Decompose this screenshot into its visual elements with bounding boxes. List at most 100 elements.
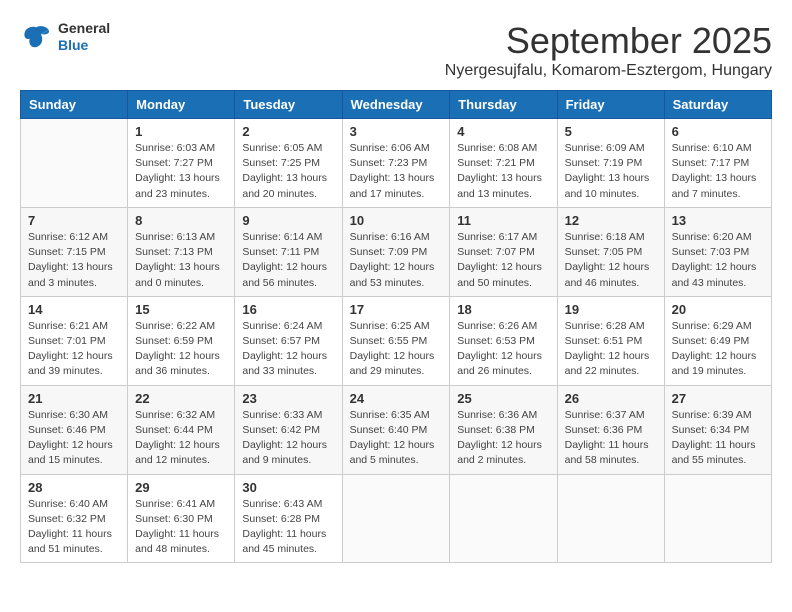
day-number: 15 [135,302,227,317]
day-info: Sunrise: 6:10 AMSunset: 7:17 PMDaylight:… [672,141,764,202]
title-section: September 2025 Nyergesujfalu, Komarom-Es… [445,20,772,80]
weekday-header-sunday: Sunday [21,91,128,119]
day-info: Sunrise: 6:21 AMSunset: 7:01 PMDaylight:… [28,319,120,380]
day-info: Sunrise: 6:08 AMSunset: 7:21 PMDaylight:… [457,141,549,202]
calendar-cell: 18 Sunrise: 6:26 AMSunset: 6:53 PMDayligh… [450,296,557,385]
weekday-header-saturday: Saturday [664,91,771,119]
calendar-week-row: 14 Sunrise: 6:21 AMSunset: 7:01 PMDayligh… [21,296,772,385]
location: Nyergesujfalu, Komarom-Esztergom, Hungar… [445,62,772,80]
day-info: Sunrise: 6:17 AMSunset: 7:07 PMDaylight:… [457,230,549,291]
calendar-cell: 6 Sunrise: 6:10 AMSunset: 7:17 PMDaylight… [664,119,771,208]
day-info: Sunrise: 6:03 AMSunset: 7:27 PMDaylight:… [135,141,227,202]
day-info: Sunrise: 6:28 AMSunset: 6:51 PMDaylight:… [565,319,657,380]
day-info: Sunrise: 6:06 AMSunset: 7:23 PMDaylight:… [350,141,443,202]
day-number: 6 [672,124,764,139]
month-title: September 2025 [445,20,772,62]
day-info: Sunrise: 6:41 AMSunset: 6:30 PMDaylight:… [135,497,227,558]
calendar-cell: 28 Sunrise: 6:40 AMSunset: 6:32 PMDayligh… [21,474,128,563]
day-number: 16 [242,302,334,317]
day-number: 24 [350,391,443,406]
day-number: 29 [135,480,227,495]
calendar-cell: 25 Sunrise: 6:36 AMSunset: 6:38 PMDayligh… [450,385,557,474]
calendar-cell: 9Sunrise: 6:14 AMSunset: 7:11 PMDaylight… [235,207,342,296]
calendar-week-row: 28 Sunrise: 6:40 AMSunset: 6:32 PMDayligh… [21,474,772,563]
day-number: 19 [565,302,657,317]
logo-text: General Blue [58,20,110,54]
calendar-cell: 14 Sunrise: 6:21 AMSunset: 7:01 PMDayligh… [21,296,128,385]
day-number: 20 [672,302,764,317]
page-header: General Blue September 2025 Nyergesujfal… [20,20,772,80]
calendar-cell: 13 Sunrise: 6:20 AMSunset: 7:03 PMDayligh… [664,207,771,296]
calendar-cell: 2Sunrise: 6:05 AMSunset: 7:25 PMDaylight… [235,119,342,208]
day-number: 10 [350,213,443,228]
calendar-cell: 7Sunrise: 6:12 AMSunset: 7:15 PMDaylight… [21,207,128,296]
weekday-header-tuesday: Tuesday [235,91,342,119]
calendar-week-row: 7Sunrise: 6:12 AMSunset: 7:15 PMDaylight… [21,207,772,296]
day-info: Sunrise: 6:18 AMSunset: 7:05 PMDaylight:… [565,230,657,291]
day-number: 13 [672,213,764,228]
day-info: Sunrise: 6:35 AMSunset: 6:40 PMDaylight:… [350,408,443,469]
calendar-cell: 21Sunrise: 6:30 AMSunset: 6:46 PMDayligh… [21,385,128,474]
day-info: Sunrise: 6:39 AMSunset: 6:34 PMDaylight:… [672,408,764,469]
calendar-cell: 19 Sunrise: 6:28 AMSunset: 6:51 PMDayligh… [557,296,664,385]
day-number: 11 [457,213,549,228]
weekday-header-friday: Friday [557,91,664,119]
day-info: Sunrise: 6:36 AMSunset: 6:38 PMDaylight:… [457,408,549,469]
day-info: Sunrise: 6:29 AMSunset: 6:49 PMDaylight:… [672,319,764,380]
day-number: 14 [28,302,120,317]
day-info: Sunrise: 6:22 AMSunset: 6:59 PMDaylight:… [135,319,227,380]
calendar-cell: 24 Sunrise: 6:35 AMSunset: 6:40 PMDayligh… [342,385,450,474]
calendar-cell: 11 Sunrise: 6:17 AMSunset: 7:07 PMDayligh… [450,207,557,296]
weekday-header-thursday: Thursday [450,91,557,119]
day-number: 1 [135,124,227,139]
day-number: 8 [135,213,227,228]
calendar-cell: 4 Sunrise: 6:08 AMSunset: 7:21 PMDaylight… [450,119,557,208]
calendar-table: SundayMondayTuesdayWednesdayThursdayFrid… [20,90,772,563]
day-number: 2 [242,124,334,139]
day-number: 28 [28,480,120,495]
calendar-cell: 1 Sunrise: 6:03 AMSunset: 7:27 PMDaylight… [128,119,235,208]
day-number: 27 [672,391,764,406]
calendar-cell: 5 Sunrise: 6:09 AMSunset: 7:19 PMDaylight… [557,119,664,208]
calendar-cell: 12 Sunrise: 6:18 AMSunset: 7:05 PMDayligh… [557,207,664,296]
calendar-week-row: 1 Sunrise: 6:03 AMSunset: 7:27 PMDaylight… [21,119,772,208]
day-info: Sunrise: 6:43 AMSunset: 6:28 PMDaylight:… [242,497,334,558]
calendar-cell: 30Sunrise: 6:43 AMSunset: 6:28 PMDayligh… [235,474,342,563]
day-number: 9 [242,213,334,228]
calendar-cell: 23 Sunrise: 6:33 AMSunset: 6:42 PMDayligh… [235,385,342,474]
day-info: Sunrise: 6:30 AMSunset: 6:46 PMDaylight:… [28,408,120,469]
calendar-cell: 10 Sunrise: 6:16 AMSunset: 7:09 PMDayligh… [342,207,450,296]
day-info: Sunrise: 6:40 AMSunset: 6:32 PMDaylight:… [28,497,120,558]
day-number: 18 [457,302,549,317]
logo-icon [20,21,52,53]
calendar-cell: 8 Sunrise: 6:13 AMSunset: 7:13 PMDaylight… [128,207,235,296]
day-number: 23 [242,391,334,406]
calendar-cell: 17Sunrise: 6:25 AMSunset: 6:55 PMDayligh… [342,296,450,385]
day-info: Sunrise: 6:32 AMSunset: 6:44 PMDaylight:… [135,408,227,469]
calendar-cell: 29 Sunrise: 6:41 AMSunset: 6:30 PMDayligh… [128,474,235,563]
day-number: 26 [565,391,657,406]
calendar-cell [450,474,557,563]
day-number: 7 [28,213,120,228]
day-info: Sunrise: 6:37 AMSunset: 6:36 PMDaylight:… [565,408,657,469]
day-info: Sunrise: 6:26 AMSunset: 6:53 PMDaylight:… [457,319,549,380]
day-info: Sunrise: 6:13 AMSunset: 7:13 PMDaylight:… [135,230,227,291]
weekday-header-wednesday: Wednesday [342,91,450,119]
calendar-cell: 15 Sunrise: 6:22 AMSunset: 6:59 PMDayligh… [128,296,235,385]
day-info: Sunrise: 6:09 AMSunset: 7:19 PMDaylight:… [565,141,657,202]
weekday-header-row: SundayMondayTuesdayWednesdayThursdayFrid… [21,91,772,119]
calendar-cell [21,119,128,208]
calendar-cell: 26 Sunrise: 6:37 AMSunset: 6:36 PMDayligh… [557,385,664,474]
day-number: 5 [565,124,657,139]
day-info: Sunrise: 6:24 AMSunset: 6:57 PMDaylight:… [242,319,334,380]
calendar-cell [557,474,664,563]
day-info: Sunrise: 6:33 AMSunset: 6:42 PMDaylight:… [242,408,334,469]
day-number: 25 [457,391,549,406]
day-info: Sunrise: 6:20 AMSunset: 7:03 PMDaylight:… [672,230,764,291]
calendar-cell: 22Sunrise: 6:32 AMSunset: 6:44 PMDayligh… [128,385,235,474]
day-info: Sunrise: 6:16 AMSunset: 7:09 PMDaylight:… [350,230,443,291]
calendar-cell: 16 Sunrise: 6:24 AMSunset: 6:57 PMDayligh… [235,296,342,385]
day-number: 3 [350,124,443,139]
day-number: 4 [457,124,549,139]
day-number: 12 [565,213,657,228]
